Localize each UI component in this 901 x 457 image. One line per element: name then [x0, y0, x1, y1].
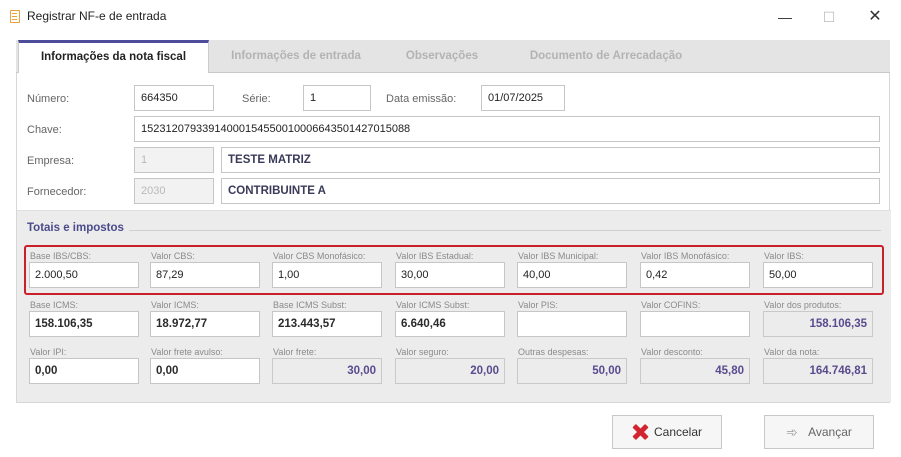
valor-produtos-label: Valor dos produtos: — [764, 300, 842, 310]
base-icms-subst-field[interactable]: 213.443,57 — [272, 311, 382, 337]
outras-despesas-field: 50,00 — [517, 358, 627, 384]
base-ibs-cbs-label: Base IBS/CBS: — [30, 251, 92, 261]
tab-content: Número: 664350 Série: 1 Data emissão: 01… — [16, 73, 891, 403]
valor-cofins-label: Valor COFINS: — [641, 300, 701, 310]
valor-frete-field: 30,00 — [272, 358, 382, 384]
empresa-name-field[interactable]: TESTE MATRIZ — [221, 147, 880, 173]
totais-impostos-group: Totais e impostos Base IBS/CBS: 2.000,50… — [17, 210, 891, 402]
chave-label: Chave: — [27, 124, 62, 136]
valor-frete-avulso-label: Valor frete avulso: — [151, 347, 223, 357]
valor-pis-field[interactable] — [517, 311, 627, 337]
valor-cbs-field[interactable]: 87,29 — [150, 262, 260, 288]
valor-frete-avulso-field[interactable]: 0,00 — [150, 358, 260, 384]
maximize-button[interactable]: ☐ — [814, 6, 844, 28]
serie-label: Série: — [242, 93, 271, 105]
data-emissao-field[interactable]: 01/07/2025 — [481, 85, 565, 111]
dialog-footer: Cancelar ➾ Avançar — [0, 403, 901, 457]
valor-produtos-field: 158.106,35 — [763, 311, 873, 337]
valor-ibs-municipal-field[interactable]: 40,00 — [517, 262, 627, 288]
valor-nota-label: Valor da nota: — [764, 347, 820, 357]
tab-bar: Informações da nota fiscal Informações d… — [16, 40, 890, 74]
valor-seguro-label: Valor seguro: — [396, 347, 449, 357]
valor-nota-field: 164.746,81 — [763, 358, 873, 384]
numero-field[interactable]: 664350 — [134, 85, 214, 111]
valor-cofins-field[interactable] — [640, 311, 750, 337]
cancel-button[interactable]: Cancelar — [612, 415, 722, 449]
valor-ibs-estadual-field[interactable]: 30,00 — [395, 262, 505, 288]
totais-impostos-title: Totais e impostos — [27, 222, 128, 234]
chave-field[interactable]: 1523120793391400015455001000664350142701… — [134, 116, 880, 142]
valor-desconto-label: Valor desconto: — [641, 347, 703, 357]
tab-informacoes-entrada[interactable]: Informações de entrada — [216, 40, 376, 73]
group-divider — [129, 230, 881, 231]
outras-despesas-label: Outras despesas: — [518, 347, 589, 357]
cancel-button-label: Cancelar — [653, 425, 703, 439]
empresa-label: Empresa: — [27, 155, 75, 167]
valor-icms-subst-field[interactable]: 6.640,46 — [395, 311, 505, 337]
data-emissao-label: Data emissão: — [386, 93, 457, 105]
valor-ibs-monofasico-label: Valor IBS Monofásico: — [641, 251, 730, 261]
base-icms-field[interactable]: 158.106,35 — [29, 311, 139, 337]
numero-label: Número: — [27, 93, 70, 105]
valor-frete-label: Valor frete: — [273, 347, 317, 357]
valor-ipi-label: Valor IPI: — [30, 347, 67, 357]
valor-pis-label: Valor PIS: — [518, 300, 558, 310]
tab-informacoes-nota-fiscal[interactable]: Informações da nota fiscal — [18, 40, 209, 74]
valor-ibs-field[interactable]: 50,00 — [763, 262, 873, 288]
title-bar: Registrar NF-e de entrada — ☐ ✕ — [0, 0, 901, 34]
valor-icms-label: Valor ICMS: — [151, 300, 199, 310]
valor-ibs-municipal-label: Valor IBS Municipal: — [518, 251, 599, 261]
document-icon — [10, 10, 20, 23]
valor-cbs-label: Valor CBS: — [151, 251, 195, 261]
base-icms-subst-label: Base ICMS Subst: — [273, 300, 347, 310]
fornecedor-label: Fornecedor: — [27, 186, 87, 198]
valor-seguro-field: 20,00 — [395, 358, 505, 384]
tab-documento-arrecadacao[interactable]: Documento de Arrecadação — [511, 40, 701, 73]
base-icms-label: Base ICMS: — [30, 300, 79, 310]
serie-field[interactable]: 1 — [303, 85, 371, 111]
tab-observacoes[interactable]: Observações — [382, 40, 502, 73]
fornecedor-name-field[interactable]: CONTRIBUINTE A — [221, 178, 880, 204]
valor-ipi-field[interactable]: 0,00 — [29, 358, 139, 384]
minimize-button[interactable]: — — [770, 6, 800, 28]
valor-cbs-monofasico-label: Valor CBS Monofásico: — [273, 251, 366, 261]
next-button[interactable]: ➾ Avançar — [764, 415, 874, 449]
red-x-icon — [632, 424, 648, 440]
valor-ibs-label: Valor IBS: — [764, 251, 804, 261]
valor-icms-subst-label: Valor ICMS Subst: — [396, 300, 470, 310]
valor-desconto-field: 45,80 — [640, 358, 750, 384]
fornecedor-code-field: 2030 — [134, 178, 214, 204]
next-button-label: Avançar — [808, 425, 852, 439]
window-title: Registrar NF-e de entrada — [27, 9, 167, 23]
valor-icms-field[interactable]: 18.972,77 — [150, 311, 260, 337]
valor-ibs-estadual-label: Valor IBS Estadual: — [396, 251, 474, 261]
valor-cbs-monofasico-field[interactable]: 1,00 — [272, 262, 382, 288]
arrow-right-icon: ➾ — [786, 424, 798, 440]
valor-ibs-monofasico-field[interactable]: 0,42 — [640, 262, 750, 288]
empresa-code-field: 1 — [134, 147, 214, 173]
base-ibs-cbs-field[interactable]: 2.000,50 — [29, 262, 139, 288]
close-button[interactable]: ✕ — [860, 6, 890, 28]
